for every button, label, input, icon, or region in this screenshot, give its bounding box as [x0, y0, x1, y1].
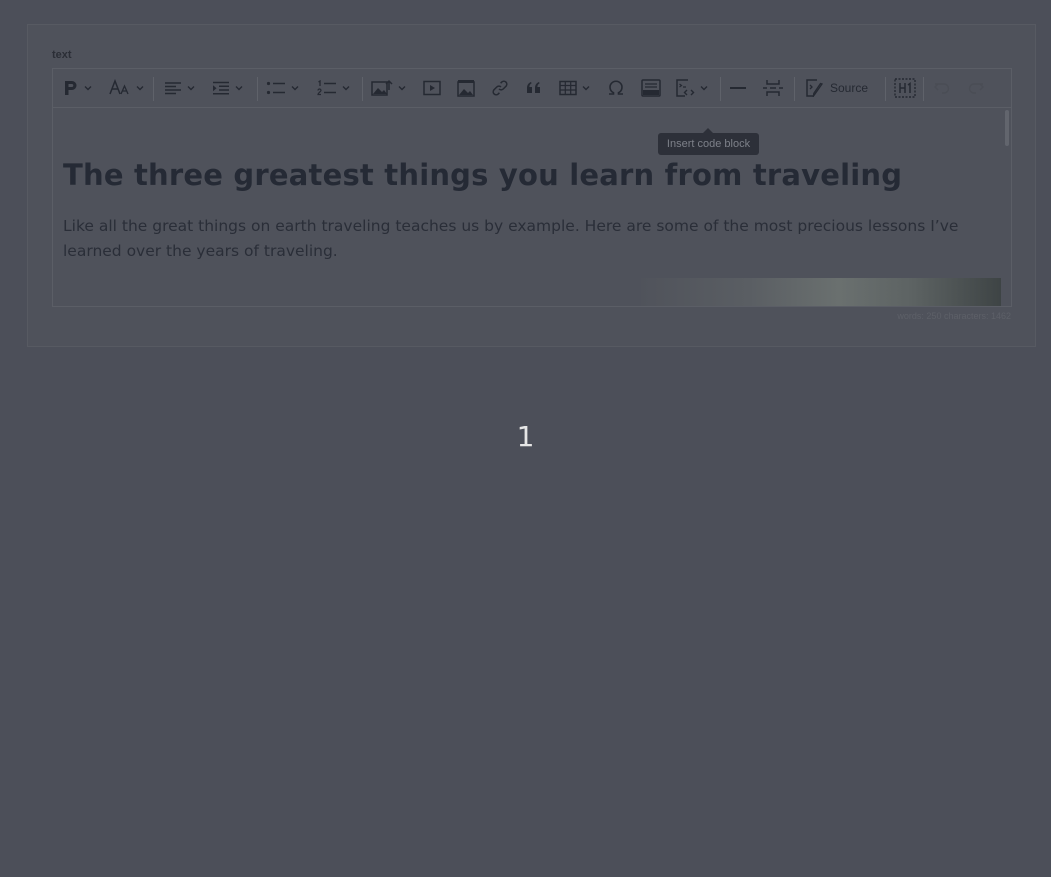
chevron-down-icon: [135, 83, 145, 93]
block-quote-button[interactable]: [525, 75, 543, 101]
source-button[interactable]: Source: [805, 75, 868, 101]
indent-dropdown[interactable]: [212, 75, 244, 101]
page-break-icon: [763, 79, 783, 97]
chevron-down-icon: [397, 83, 407, 93]
document-heading[interactable]: The three greatest things you learn from…: [63, 158, 902, 192]
toolbar-separator: [923, 77, 924, 101]
font-size-dropdown[interactable]: [109, 75, 145, 101]
document-image[interactable]: [641, 278, 1001, 306]
font-size-icon: [109, 79, 131, 97]
toolbar-separator: [794, 77, 795, 101]
word-count: words: 250 characters: 1462: [897, 311, 1011, 321]
document-paragraph[interactable]: Like all the great things on earth trave…: [63, 214, 1003, 264]
toolbar-separator: [257, 77, 258, 101]
chevron-down-icon: [234, 83, 244, 93]
editor-scrollbar[interactable]: [1005, 110, 1009, 146]
image-upload-dropdown[interactable]: [371, 75, 407, 101]
omega-icon: [607, 79, 625, 97]
link-button[interactable]: [491, 75, 509, 101]
chevron-down-icon: [83, 83, 93, 93]
link-icon: [491, 79, 509, 97]
table-icon: [559, 80, 577, 96]
numbered-list-icon: [317, 80, 337, 96]
undo-icon: [933, 80, 951, 96]
editor-content[interactable]: The three greatest things you learn from…: [53, 108, 1011, 306]
page-break-button[interactable]: [763, 75, 783, 101]
chevron-down-icon: [699, 83, 709, 93]
align-left-icon: [164, 80, 182, 96]
code-block-dropdown[interactable]: [675, 75, 709, 101]
paragraph-dropdown[interactable]: [63, 75, 93, 101]
indent-icon: [212, 80, 230, 96]
redo-button[interactable]: [967, 75, 985, 101]
horizontal-line-button[interactable]: [729, 75, 747, 101]
editor-toolbar: Source: [53, 69, 1011, 108]
special-characters-button[interactable]: [607, 75, 625, 101]
chevron-down-icon: [290, 83, 300, 93]
toolbar-separator: [885, 77, 886, 101]
page-number: 1: [516, 420, 535, 453]
bulleted-list-icon: [266, 80, 286, 96]
source-button-label: Source: [830, 81, 869, 95]
horizontal-line-icon: [729, 80, 747, 96]
field-label: text: [52, 49, 72, 61]
bulleted-list-dropdown[interactable]: [266, 75, 300, 101]
toolbar-separator: [362, 77, 363, 101]
toolbar-separator: [720, 77, 721, 101]
insert-image-button[interactable]: [457, 75, 475, 101]
code-block-icon: [675, 79, 695, 97]
paragraph-icon: [63, 79, 79, 97]
numbered-list-dropdown[interactable]: [317, 75, 351, 101]
media-embed-button[interactable]: [423, 75, 441, 101]
heading-button[interactable]: [894, 75, 916, 101]
toolbar-separator: [153, 77, 154, 101]
undo-button[interactable]: [933, 75, 951, 101]
chevron-down-icon: [341, 83, 351, 93]
chevron-down-icon: [186, 83, 196, 93]
editor-card: text Source Insert code block The three …: [27, 24, 1036, 347]
redo-icon: [967, 80, 985, 96]
html-embed-icon: [641, 79, 661, 97]
rich-text-editor: Source Insert code block The three great…: [52, 68, 1012, 307]
chevron-down-icon: [581, 83, 591, 93]
html-embed-button[interactable]: [641, 75, 661, 101]
block-quote-icon: [525, 80, 543, 96]
source-editing-icon: [805, 79, 825, 97]
insert-table-dropdown[interactable]: [559, 75, 591, 101]
media-embed-icon: [423, 80, 441, 96]
h1-icon: [894, 78, 916, 98]
image-upload-icon: [371, 79, 393, 97]
alignment-dropdown[interactable]: [164, 75, 196, 101]
image-icon: [457, 79, 475, 97]
